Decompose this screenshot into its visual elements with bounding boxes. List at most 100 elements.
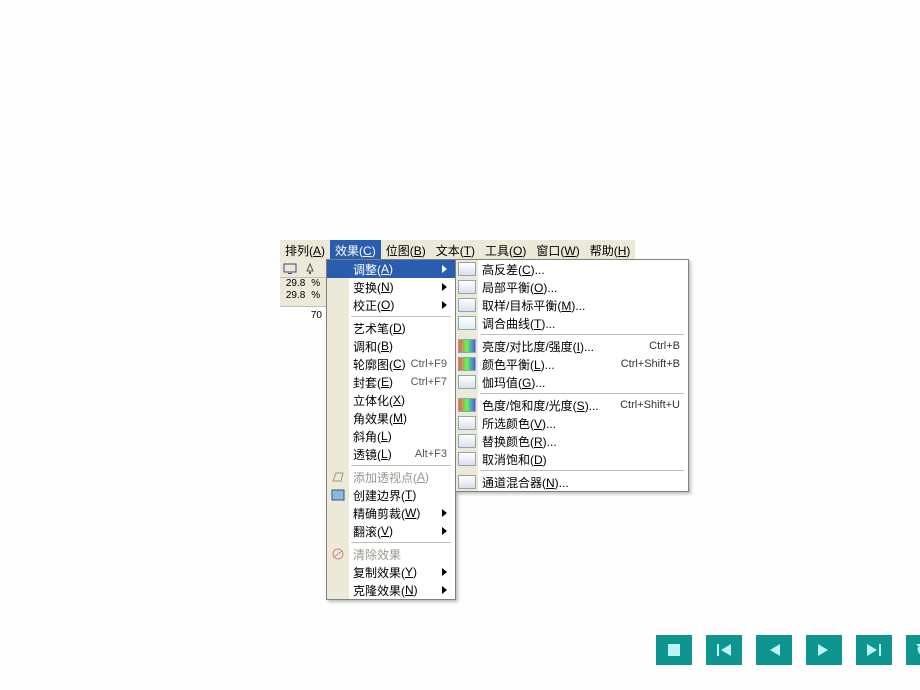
item-label: 替换颜色(R)... bbox=[482, 433, 557, 450]
bell-icon[interactable] bbox=[300, 261, 320, 277]
item-label: 高反差(C)... bbox=[482, 261, 545, 278]
adjust-icon bbox=[458, 298, 476, 312]
nav-first-button[interactable] bbox=[706, 635, 742, 665]
submenu-arrow-icon bbox=[442, 262, 447, 276]
adjust-icon bbox=[458, 375, 476, 389]
submenu-item[interactable]: 高反差(C)... bbox=[456, 260, 688, 278]
monitor-icon[interactable] bbox=[280, 261, 300, 277]
menu-item[interactable]: 透镜(L)Alt+F3 bbox=[327, 445, 455, 463]
separator bbox=[480, 334, 684, 335]
item-label: 伽玛值(G)... bbox=[482, 374, 545, 391]
submenu-item[interactable]: 取样/目标平衡(M)... bbox=[456, 296, 688, 314]
effects-menu: 调整(A)变换(N)校正(O) 艺术笔(D)调和(B)轮廓图(C)Ctrl+F9封… bbox=[326, 259, 456, 600]
submenu-item[interactable]: 替换颜色(R)... bbox=[456, 432, 688, 450]
menu-w[interactable]: 窗口(W) bbox=[531, 240, 584, 261]
shortcut: Alt+F3 bbox=[415, 448, 447, 460]
separator bbox=[351, 542, 451, 543]
adjust-icon bbox=[458, 280, 476, 294]
menu-item[interactable]: 轮廓图(C)Ctrl+F9 bbox=[327, 355, 455, 373]
menu-item[interactable]: 斜角(L) bbox=[327, 427, 455, 445]
adjust-icon bbox=[458, 357, 476, 371]
shortcut: Ctrl+Shift+B bbox=[621, 358, 680, 370]
item-label: 颜色平衡(L)... bbox=[482, 356, 555, 373]
item-label: 亮度/对比度/强度(I)... bbox=[482, 338, 594, 355]
clear-icon bbox=[329, 546, 347, 562]
ruler: 70 bbox=[280, 306, 326, 324]
adjust-icon bbox=[458, 316, 476, 330]
nav-return-button[interactable] bbox=[906, 635, 920, 665]
menu-item[interactable]: 翻滚(V) bbox=[327, 522, 455, 540]
menu-item[interactable]: 校正(O) bbox=[327, 296, 455, 314]
menu-item[interactable]: 艺术笔(D) bbox=[327, 319, 455, 337]
submenu-arrow-icon bbox=[442, 583, 447, 597]
submenu-arrow-icon bbox=[442, 524, 447, 538]
menu-item[interactable]: 角效果(M) bbox=[327, 409, 455, 427]
menu-c[interactable]: 效果(C) bbox=[330, 240, 381, 261]
submenu-item[interactable]: 局部平衡(O)... bbox=[456, 278, 688, 296]
adjust-icon bbox=[458, 398, 476, 412]
separator bbox=[351, 465, 451, 466]
menu-b[interactable]: 位图(B) bbox=[381, 240, 431, 261]
menu-item[interactable]: 创建边界(T) bbox=[327, 486, 455, 504]
item-label: 色度/饱和度/光度(S)... bbox=[482, 397, 599, 414]
shortcut: Ctrl+B bbox=[649, 340, 680, 352]
menu-t[interactable]: 文本(T) bbox=[431, 240, 480, 261]
menu-a[interactable]: 排列(A) bbox=[280, 240, 330, 261]
item-label: 所选颜色(V)... bbox=[482, 415, 556, 432]
toolbar-numbers: 29.8% 29.8% bbox=[280, 278, 326, 306]
adjust-icon bbox=[458, 262, 476, 276]
bound-icon bbox=[329, 487, 347, 503]
menu-item[interactable]: 立体化(X) bbox=[327, 391, 455, 409]
menu-item[interactable]: 变换(N) bbox=[327, 278, 455, 296]
submenu-arrow-icon bbox=[442, 280, 447, 294]
menu-item: 清除效果 bbox=[327, 545, 455, 563]
submenu-item[interactable]: 调合曲线(T)... bbox=[456, 314, 688, 332]
submenu-arrow-icon bbox=[442, 298, 447, 312]
adjust-icon bbox=[458, 339, 476, 353]
nav-next-button[interactable] bbox=[806, 635, 842, 665]
shortcut: Ctrl+Shift+U bbox=[620, 399, 680, 411]
item-label: 通道混合器(N)... bbox=[482, 474, 569, 491]
menu-item[interactable]: 调和(B) bbox=[327, 337, 455, 355]
pct2: % bbox=[311, 290, 320, 302]
ruler-val: 70 bbox=[311, 310, 322, 321]
submenu-item[interactable]: 所选颜色(V)... bbox=[456, 414, 688, 432]
menu-o[interactable]: 工具(O) bbox=[480, 240, 531, 261]
submenu-item[interactable]: 颜色平衡(L)... Ctrl+Shift+B bbox=[456, 355, 688, 373]
nav-prev-button[interactable] bbox=[756, 635, 792, 665]
adjust-submenu: 高反差(C)...局部平衡(O)...取样/目标平衡(M)...调合曲线(T).… bbox=[455, 259, 689, 492]
separator bbox=[480, 393, 684, 394]
menu-item[interactable]: 调整(A) bbox=[327, 260, 455, 278]
submenu-item[interactable]: 色度/饱和度/光度(S)... Ctrl+Shift+U bbox=[456, 396, 688, 414]
submenu-item[interactable]: 通道混合器(N)... bbox=[456, 473, 688, 491]
num1: 29.8 bbox=[286, 278, 305, 290]
submenu-item[interactable]: 伽玛值(G)... bbox=[456, 373, 688, 391]
nav-stop-button[interactable] bbox=[656, 635, 692, 665]
menu-h[interactable]: 帮助(H) bbox=[585, 240, 636, 261]
shortcut: Ctrl+F9 bbox=[411, 358, 447, 370]
num2: 29.8 bbox=[286, 290, 305, 302]
adjust-icon bbox=[458, 434, 476, 448]
shortcut: Ctrl+F7 bbox=[411, 376, 447, 388]
item-label: 取样/目标平衡(M)... bbox=[482, 297, 585, 314]
submenu-item[interactable]: 亮度/对比度/强度(I)... Ctrl+B bbox=[456, 337, 688, 355]
submenu-arrow-icon bbox=[442, 565, 447, 579]
item-label: 取消饱和(D) bbox=[482, 451, 547, 468]
item-label: 调合曲线(T)... bbox=[482, 315, 555, 332]
separator bbox=[480, 470, 684, 471]
menu-item[interactable]: 克隆效果(N) bbox=[327, 581, 455, 599]
toolbar-area: 29.8% 29.8% 70 bbox=[280, 260, 326, 324]
submenu-item[interactable]: 取消饱和(D) bbox=[456, 450, 688, 468]
pct1: % bbox=[311, 278, 320, 290]
menu-item[interactable]: 复制效果(Y) bbox=[327, 563, 455, 581]
submenu-arrow-icon bbox=[442, 506, 447, 520]
persp-icon bbox=[329, 469, 347, 485]
separator bbox=[351, 316, 451, 317]
nav-last-button[interactable] bbox=[856, 635, 892, 665]
slide-nav bbox=[656, 635, 920, 665]
adjust-icon bbox=[458, 416, 476, 430]
menu-item[interactable]: 精确剪裁(W) bbox=[327, 504, 455, 522]
menubar: 排列(A)效果(C)位图(B)文本(T)工具(O)窗口(W)帮助(H) bbox=[280, 240, 635, 260]
adjust-icon bbox=[458, 452, 476, 466]
menu-item[interactable]: 封套(E)Ctrl+F7 bbox=[327, 373, 455, 391]
